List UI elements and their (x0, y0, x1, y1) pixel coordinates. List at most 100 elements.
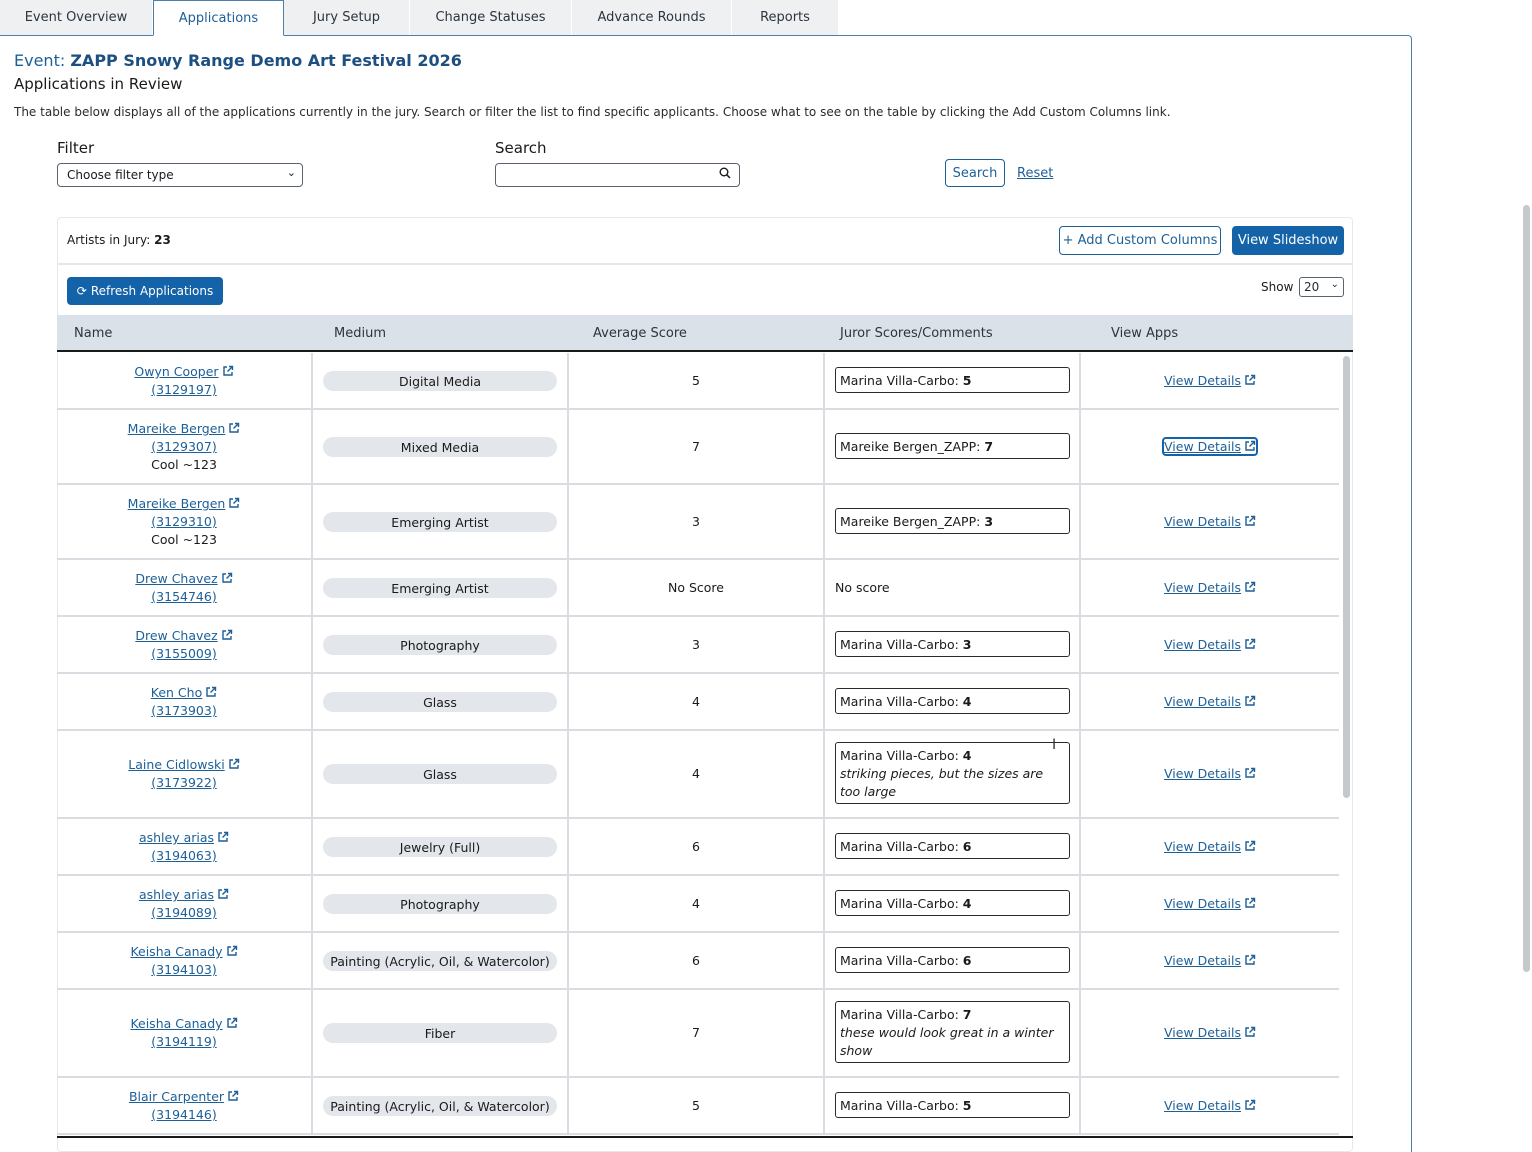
page-scrollbar[interactable] (1523, 205, 1530, 972)
applicant-link[interactable]: Drew Chavez (3155009) (57, 627, 311, 663)
view-details-link[interactable]: View Details (1081, 766, 1339, 781)
applicant-link[interactable]: Mareike Bergen (3129310) Cool ~123 (57, 495, 311, 549)
application-id[interactable]: (3129307) (57, 438, 311, 456)
applicant-link[interactable]: Laine Cidlowski (3173922) (57, 756, 311, 792)
juror-score-box[interactable]: Marina Villa-Carbo: 4 (835, 890, 1070, 916)
application-id[interactable]: (3129310) (57, 513, 311, 531)
application-id[interactable]: (3173922) (57, 774, 311, 792)
tab-advance-rounds[interactable]: Advance Rounds (572, 0, 732, 35)
juror-score: 3 (984, 514, 994, 529)
juror-score: 7 (984, 439, 994, 454)
view-details-link[interactable]: View Details (1081, 953, 1339, 968)
search-input[interactable] (495, 163, 740, 187)
juror-score-box[interactable]: Marina Villa-Carbo: 6 (835, 833, 1070, 859)
average-score: 5 (692, 1098, 700, 1113)
cell-view-apps: View Details (1081, 410, 1339, 483)
medium-badge: Emerging Artist (323, 512, 557, 532)
applicant-name[interactable]: Drew Chavez (135, 571, 217, 586)
juror-name: Marina Villa-Carbo: (840, 953, 959, 968)
refresh-applications-button[interactable]: ⟳ Refresh Applications (67, 277, 223, 305)
applicant-link[interactable]: Keisha Canady (3194103) (57, 943, 311, 979)
page-size-select[interactable]: 20 ⌄ (1299, 277, 1344, 297)
table-row: Keisha Canady (3194119) Fiber 7 Marina V… (57, 990, 1339, 1078)
application-id[interactable]: (3194146) (57, 1106, 311, 1124)
applicant-name[interactable]: Keisha Canady (130, 944, 222, 959)
applicant-link[interactable]: Keisha Canady (3194119) (57, 1015, 311, 1051)
application-id[interactable]: (3194103) (57, 961, 311, 979)
view-details-link[interactable]: View Details (1081, 637, 1339, 652)
view-details-link[interactable]: View Details (1081, 373, 1339, 388)
application-id[interactable]: (3194089) (57, 904, 311, 922)
applicant-link[interactable]: Blair Carpenter (3194146) (57, 1088, 311, 1124)
tab-jury-setup[interactable]: Jury Setup (284, 0, 410, 35)
application-id[interactable]: (3154746) (57, 588, 311, 606)
applicant-name[interactable]: ashley arias (139, 887, 214, 902)
table-row: Keisha Canady (3194103) Painting (Acryli… (57, 933, 1339, 990)
cell-name: Blair Carpenter (3194146) (57, 1078, 313, 1133)
juror-score-box[interactable]: Mareike Bergen_ZAPP: 7 (835, 433, 1070, 459)
juror-score-box[interactable]: Marina Villa-Carbo: 4 striking pieces, b… (835, 742, 1070, 804)
add-custom-columns-button[interactable]: + Add Custom Columns (1059, 226, 1221, 255)
external-link-icon (226, 1017, 237, 1028)
search-button[interactable]: Search (945, 159, 1005, 187)
view-details-link[interactable]: View Details (1081, 580, 1339, 595)
applicant-name[interactable]: Laine Cidlowski (128, 757, 224, 772)
applicant-name[interactable]: Blair Carpenter (129, 1089, 224, 1104)
application-id[interactable]: (3194119) (57, 1033, 311, 1051)
cell-average-score: No Score (569, 560, 825, 615)
reset-link[interactable]: Reset (1017, 166, 1053, 181)
juror-score-box[interactable]: Marina Villa-Carbo: 5 (835, 1092, 1070, 1118)
table-scrollbar[interactable] (1343, 356, 1350, 798)
view-details-link[interactable]: View Details (1081, 1025, 1339, 1040)
applicant-name[interactable]: Ken Cho (151, 685, 202, 700)
juror-score-box[interactable]: Marina Villa-Carbo: 4 (835, 688, 1070, 714)
view-details-link[interactable]: View Details (1081, 694, 1339, 709)
cell-medium: Glass (313, 731, 569, 817)
view-details-link[interactable]: View Details (1081, 514, 1339, 529)
applicant-name[interactable]: Keisha Canady (130, 1016, 222, 1031)
applicant-link[interactable]: Ken Cho (3173903) (57, 684, 311, 720)
average-score: 6 (692, 953, 700, 968)
applicant-name[interactable]: Mareike Bergen (128, 421, 226, 436)
applicant-name[interactable]: Owyn Cooper (134, 364, 218, 379)
column-name[interactable]: Name (74, 326, 112, 341)
view-details-link[interactable]: View Details (1081, 1098, 1339, 1113)
applicant-name[interactable]: Mareike Bergen (128, 496, 226, 511)
cell-medium: Emerging Artist (313, 485, 569, 558)
column-medium[interactable]: Medium (334, 326, 386, 341)
cell-average-score: 4 (569, 876, 825, 931)
view-slideshow-button[interactable]: View Slideshow (1232, 226, 1344, 255)
applicant-link[interactable]: Owyn Cooper (3129197) (57, 363, 311, 399)
tab-applications[interactable]: Applications (153, 0, 284, 36)
applicant-link[interactable]: Mareike Bergen (3129307) Cool ~123 (57, 420, 311, 474)
filter-select[interactable]: Choose filter type ⌄ (57, 163, 303, 187)
juror-score-box[interactable]: Mareike Bergen_ZAPP: 3 (835, 508, 1070, 534)
application-id[interactable]: (3129197) (57, 381, 311, 399)
tab-event-overview[interactable]: Event Overview (0, 0, 153, 35)
applicant-link[interactable]: ashley arias (3194089) (57, 886, 311, 922)
cell-juror-scores: No score (825, 560, 1081, 615)
view-details-link[interactable]: View Details (1081, 896, 1339, 911)
column-juror-scores[interactable]: Juror Scores/Comments (840, 326, 993, 341)
medium-badge: Mixed Media (323, 437, 557, 457)
tab-change-statuses[interactable]: Change Statuses (410, 0, 572, 35)
applicant-link[interactable]: Drew Chavez (3154746) (57, 570, 311, 606)
applicant-name[interactable]: ashley arias (139, 830, 214, 845)
juror-score-box[interactable]: Marina Villa-Carbo: 6 (835, 947, 1070, 973)
tab-reports[interactable]: Reports (732, 0, 839, 35)
application-id[interactable]: (3155009) (57, 645, 311, 663)
application-id[interactable]: (3194063) (57, 847, 311, 865)
external-link-icon (229, 422, 240, 433)
applicant-name[interactable]: Drew Chavez (135, 628, 217, 643)
cell-name: Mareike Bergen (3129310) Cool ~123 (57, 485, 313, 558)
external-link-icon (206, 686, 217, 697)
applicant-link[interactable]: ashley arias (3194063) (57, 829, 311, 865)
view-details-link[interactable]: View Details (1081, 437, 1339, 456)
juror-score-box[interactable]: Marina Villa-Carbo: 5 (835, 367, 1070, 393)
juror-score-box[interactable]: Marina Villa-Carbo: 3 (835, 631, 1070, 657)
juror-score-box[interactable]: Marina Villa-Carbo: 7 these would look g… (835, 1001, 1070, 1063)
view-details-link[interactable]: View Details (1081, 839, 1339, 854)
column-average-score[interactable]: Average Score (593, 326, 687, 341)
external-link-icon (1245, 440, 1256, 451)
application-id[interactable]: (3173903) (57, 702, 311, 720)
